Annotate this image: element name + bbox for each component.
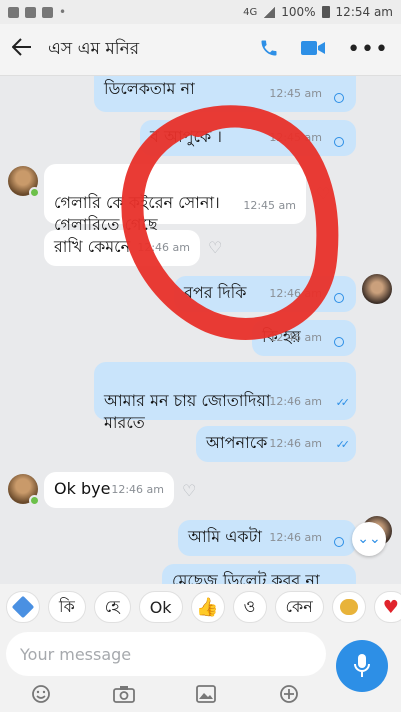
gallery-icon[interactable] [195,683,217,705]
thumbs-up-icon: 👍 [196,596,219,618]
chat-header: এস এম মনির ••• [0,24,401,76]
sent-icon [334,337,344,347]
add-icon[interactable] [278,683,300,705]
notification-icons: • [8,5,66,19]
message-bubble-in[interactable]: Ok bye 12:46 am [44,472,174,508]
message-text: বপর দিকি [184,283,247,302]
message-time: 12:46 am [269,531,322,544]
message-time: 12:46 am [269,437,322,450]
suggestion-chip[interactable]: Ok [138,591,183,623]
message-time: 12:45 am [269,131,322,144]
suggestion-chip[interactable]: ও [232,591,267,623]
message-time: 12:46 am [269,395,322,408]
sent-icon [334,537,344,547]
mic-icon [354,654,370,677]
message-input[interactable] [6,632,326,676]
message-time: 12:46 am [269,331,322,344]
message-text: আমি একটা [188,527,262,546]
like-heart-icon[interactable]: ♡ [182,481,196,500]
sent-icon [334,93,344,103]
contact-avatar[interactable] [8,474,40,506]
message-text: আপনাকে [206,433,268,452]
phone-icon[interactable] [259,38,279,62]
message-bubble-out[interactable]: আমি একটা 12:46 am [178,520,356,556]
scroll-down-button[interactable]: ⌄⌄ [352,522,386,556]
message-time: 12:45 am [269,87,322,100]
message-text: মেছেজ ডিলেট করব না [172,571,320,584]
back-arrow-icon[interactable] [11,37,42,62]
message-text: গেলারি কে কইরেন সোনা। গেলারিতে গেছে [54,193,220,234]
video-call-icon[interactable] [301,39,326,61]
emoticon-chip[interactable] [331,591,366,623]
online-status-icon [29,187,40,198]
composer-tools [0,682,330,706]
read-icon: ✓✓ [335,438,351,451]
message-time: 12:45 am [243,199,296,212]
message-bubble-out[interactable]: ব আপুকে । 12:45 am [140,120,356,156]
book-icon [25,6,36,18]
diamond-emoticon-icon [11,595,35,619]
message-time: 12:46 am [137,241,190,254]
app-icon [42,6,53,18]
message-text: Ok bye [54,479,111,498]
message-text: রাখি কেমনে [54,237,131,256]
battery-icon [321,6,330,18]
emoticon-chip[interactable]: 👍 [190,591,225,623]
message-list[interactable]: ডিলেকতাম না 12:45 am ব আপুকে । 12:45 am … [0,76,401,584]
clapping-icon [339,599,358,615]
suggestion-bar: কি হে Ok 👍 ও কেন ♥ [0,584,401,630]
message-bubble-out[interactable]: কি হয় 12:46 am [252,320,356,356]
sent-icon [334,137,344,147]
like-heart-icon[interactable]: ♡ [316,184,330,203]
message-bubble-out[interactable]: মেছেজ ডিলেট করব না [162,564,356,584]
contact-name[interactable]: এস এম মনির [48,36,139,64]
like-heart-icon[interactable]: ♡ [208,238,222,257]
camera-icon[interactable] [112,683,135,705]
suggestion-chip[interactable]: হে [93,591,131,623]
contact-avatar[interactable] [8,166,40,198]
emoticon-chip[interactable]: ♥ [373,591,401,623]
network-type: 4G [243,6,258,18]
sent-icon [334,293,344,303]
more-options-icon[interactable]: ••• [347,37,389,62]
clock: 12:54 am [335,5,393,19]
message-time: 12:46 am [269,287,322,300]
chevron-down-icon: ⌄⌄ [357,531,381,547]
emoticon-chip[interactable] [6,591,40,623]
message-bubble-out[interactable]: আপনাকে 12:46 am ✓✓ [196,426,356,462]
message-bubble-out[interactable]: আমার মন চায় জোতাদিয়া মারতে 12:46 am ✓✓ [94,362,356,432]
battery-level: 100% [281,5,316,19]
emoji-icon[interactable] [30,683,52,705]
mic-button[interactable] [336,640,388,692]
message-bubble-out[interactable]: ডিলেকতাম না 12:45 am [94,76,356,112]
message-bubble-in[interactable]: গেলারি কে কইরেন সোনা। গেলারিতে গেছে 12:4… [44,164,306,234]
online-status-icon [29,495,40,506]
heart-icon: ♥ [382,596,399,618]
status-bar: • 4G 100% 12:54 am [0,0,401,24]
my-avatar[interactable] [362,274,392,304]
suggestion-chip[interactable]: কেন [274,591,324,623]
read-icon: ✓✓ [335,396,351,409]
gallery-icon [8,6,19,18]
suggestion-chip[interactable]: কি [48,591,86,623]
message-bubble-out[interactable]: বপর দিকি 12:46 am [174,276,356,312]
message-time: 12:46 am [111,483,164,496]
composer [0,630,401,712]
message-bubble-in[interactable]: রাখি কেমনে 12:46 am [44,230,200,266]
signal-icon [263,6,276,18]
message-text: ব আপুকে । [150,127,222,146]
message-text: ডিলেকতাম না [104,79,195,98]
